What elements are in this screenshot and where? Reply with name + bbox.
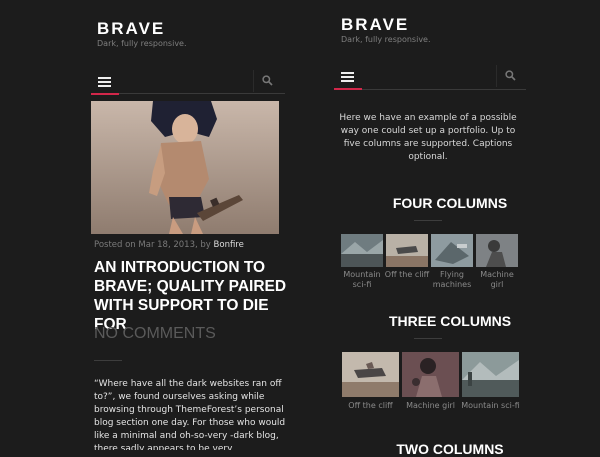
thumb-flying-machines	[431, 234, 473, 267]
section-title-four-columns: FOUR COLUMNS	[392, 195, 508, 211]
thumb-mountain-sci-fi	[462, 352, 519, 397]
portfolio-caption: Off the cliff	[348, 401, 393, 410]
post-excerpt: “Where have all the dark websites ran of…	[94, 379, 286, 450]
menu-active-indicator	[334, 88, 362, 90]
search-button[interactable]	[253, 70, 280, 92]
thumb-mountain-sci-fi	[341, 234, 383, 267]
site-tagline: Dark, fully responsive.	[97, 39, 187, 48]
illustration-girl	[91, 101, 279, 234]
thumb-off-the-cliff	[342, 352, 399, 397]
thumb-off-the-cliff	[386, 234, 428, 267]
search-icon	[505, 70, 516, 81]
post-date: Posted on Mar 18, 2013, by	[94, 240, 211, 250]
portfolio-thumb[interactable]	[342, 352, 399, 397]
section-divider	[414, 220, 442, 221]
portfolio-caption: Flying machines	[432, 270, 472, 289]
post-author-link[interactable]: Bonfire	[214, 240, 244, 250]
portfolio-thumb[interactable]	[431, 234, 473, 267]
portfolio-caption: Machine girl	[406, 401, 455, 410]
post-featured-image[interactable]	[91, 101, 279, 234]
section-title-three-columns: THREE COLUMNS	[388, 313, 512, 329]
thumb-machine-girl	[476, 234, 518, 267]
post-title[interactable]: AN INTRODUCTION TO BRAVE; QUALITY PAIRED…	[94, 258, 294, 334]
site-logo[interactable]: BRAVE	[97, 19, 165, 39]
post-comments-link[interactable]: NO COMMENTS	[94, 325, 216, 343]
portfolio-caption: Machine girl	[480, 270, 514, 289]
menu-button[interactable]	[334, 66, 362, 90]
site-logo[interactable]: BRAVE	[341, 15, 409, 35]
hamburger-icon	[98, 77, 111, 89]
nav-divider	[91, 93, 285, 94]
section-divider	[414, 338, 442, 339]
post-meta: Posted on Mar 18, 2013, by Bonfire	[94, 240, 244, 250]
menu-button[interactable]	[91, 71, 119, 95]
section-title-two-columns: TWO COLUMNS	[396, 441, 504, 457]
portfolio-caption: Mountain sci-fi	[461, 401, 520, 410]
portfolio-thumb[interactable]	[476, 234, 518, 267]
search-button[interactable]	[496, 65, 523, 87]
portfolio-caption: Off the cliff	[384, 270, 430, 279]
blog-view: BRAVE Dark, fully responsive. Posted on …	[0, 0, 300, 450]
portfolio-thumb[interactable]	[386, 234, 428, 267]
portfolio-thumb[interactable]	[341, 234, 383, 267]
site-tagline: Dark, fully responsive.	[341, 35, 431, 44]
portfolio-thumb[interactable]	[462, 352, 519, 397]
post-divider	[94, 360, 122, 361]
portfolio-caption: Mountain sci-fi	[343, 270, 381, 289]
thumb-machine-girl	[402, 352, 459, 397]
menu-active-indicator	[91, 93, 119, 95]
nav-divider	[334, 89, 526, 90]
hamburger-icon	[341, 72, 354, 84]
search-icon	[262, 75, 273, 86]
portfolio-thumb[interactable]	[402, 352, 459, 397]
portfolio-intro: Here we have an example of a possible wa…	[339, 113, 517, 162]
